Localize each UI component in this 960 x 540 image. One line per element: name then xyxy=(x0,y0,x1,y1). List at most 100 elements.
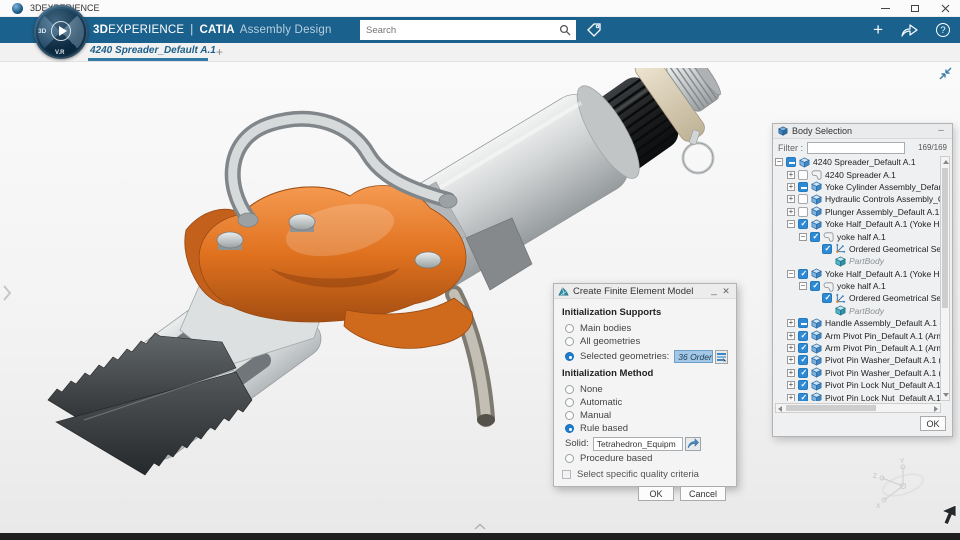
tree-row[interactable]: +Pivot Pin Lock Nut_Default A.1 (Pivot xyxy=(775,391,940,401)
tree-row[interactable]: +Handle Assembly_Default A.1 (Handl xyxy=(775,317,940,329)
tree-item-checkbox[interactable] xyxy=(798,194,808,204)
horizontal-scrollbar[interactable] xyxy=(775,403,941,413)
search-input[interactable] xyxy=(360,25,559,36)
tree-item-checkbox[interactable] xyxy=(798,170,808,180)
new-tab-button[interactable]: + xyxy=(216,45,223,59)
solid-combo[interactable]: Tetrahedron_Equipm xyxy=(593,437,683,451)
radio-manual[interactable] xyxy=(565,411,574,420)
tree-row[interactable]: Ordered Geometrical Set.2 xyxy=(775,292,940,304)
tree-row[interactable]: +Yoke Cylinder Assembly_Default A.1 ( xyxy=(775,181,940,193)
tree-row[interactable]: +Pivot Pin Washer_Default A.1 (Pivot P xyxy=(775,354,940,366)
expand-node-icon[interactable]: + xyxy=(787,381,795,389)
expand-action-bar-icon[interactable] xyxy=(473,523,487,530)
tree-row[interactable]: +Arm Pivot Pin_Default A.1 (Arm Pivot xyxy=(775,342,940,354)
filter-input[interactable] xyxy=(807,142,905,154)
tab-active-document[interactable]: 4240 Spreader_Default A.1 xyxy=(90,45,216,56)
tree-item-checkbox[interactable] xyxy=(798,331,808,341)
expand-node-icon[interactable]: + xyxy=(787,183,795,191)
tree-item-checkbox[interactable] xyxy=(822,244,832,254)
share-icon[interactable] xyxy=(901,23,918,37)
tag-icon[interactable] xyxy=(585,21,603,39)
tree-item-checkbox[interactable] xyxy=(810,232,820,242)
expand-node-icon[interactable]: + xyxy=(787,344,795,352)
tree-row[interactable]: +Pivot Pin Washer_Default A.1 (Pivot P xyxy=(775,367,940,379)
tree-row[interactable]: +Hydraulic Controls Assembly_Contro xyxy=(775,193,940,205)
3d-compass[interactable]: 3D V.R xyxy=(34,5,88,59)
close-window-button[interactable] xyxy=(930,0,960,17)
expand-node-icon[interactable]: + xyxy=(787,369,795,377)
tree-item-checkbox[interactable] xyxy=(798,318,808,328)
tree-item-checkbox[interactable] xyxy=(822,293,832,303)
maximize-window-button[interactable] xyxy=(900,0,930,17)
radio-procedure-based[interactable] xyxy=(565,454,574,463)
expand-node-icon[interactable]: + xyxy=(787,319,795,327)
compass-play-button[interactable] xyxy=(51,21,71,41)
dialog-cancel-button[interactable]: Cancel xyxy=(680,486,726,501)
tree-item-checkbox[interactable] xyxy=(810,281,820,291)
expand-node-icon[interactable]: + xyxy=(787,332,795,340)
tree-row[interactable]: PartBody xyxy=(775,305,940,317)
help-button[interactable]: ? xyxy=(936,23,950,37)
tree-item-checkbox[interactable] xyxy=(786,157,796,167)
radio-main-bodies[interactable] xyxy=(565,324,574,333)
collapse-node-icon[interactable]: − xyxy=(799,282,807,290)
tree-row[interactable]: −4240 Spreader_Default A.1 xyxy=(775,156,940,168)
tree-item-checkbox[interactable] xyxy=(798,355,808,365)
3d-viewport[interactable]: Y Z X Create Finite Element Model _ ✕ In… xyxy=(0,62,960,533)
radio-rule-based[interactable] xyxy=(565,424,574,433)
tree-row[interactable]: Ordered Geometrical Set.2 xyxy=(775,243,940,255)
add-content-button[interactable]: + xyxy=(873,23,883,37)
panel-titlebar[interactable]: Body Selection – xyxy=(773,124,952,139)
tree-row[interactable]: −yoke half A.1 xyxy=(775,230,940,242)
tree-item-checkbox[interactable] xyxy=(798,368,808,378)
tree-row[interactable]: −Yoke Half_Default A.1 (Yoke Half-4) xyxy=(775,268,940,280)
tree-row[interactable]: −Yoke Half_Default A.1 (Yoke Half-3) xyxy=(775,218,940,230)
vertical-scroll-thumb[interactable] xyxy=(942,168,948,308)
tree-row[interactable]: −yoke half A.1 xyxy=(775,280,940,292)
collapse-node-icon[interactable]: − xyxy=(799,233,807,241)
selection-list-button[interactable] xyxy=(715,350,728,364)
tree-item-checkbox[interactable] xyxy=(798,393,808,401)
dialog-close-icon[interactable]: ✕ xyxy=(720,286,732,297)
tree-item-checkbox[interactable] xyxy=(798,343,808,353)
expand-node-icon[interactable]: + xyxy=(787,208,795,216)
tree-row[interactable]: +Pivot Pin Lock Nut_Default A.1 (Pivot xyxy=(775,379,940,391)
expand-node-icon[interactable]: + xyxy=(787,394,795,401)
tree-item-checkbox[interactable] xyxy=(798,182,808,192)
tree-row[interactable]: PartBody xyxy=(775,255,940,267)
scroll-right-icon[interactable] xyxy=(934,406,938,412)
tree-item-checkbox[interactable] xyxy=(798,207,808,217)
dialog-minimize-icon[interactable]: _ xyxy=(708,286,720,296)
collapse-viewport-icon[interactable] xyxy=(938,66,953,81)
selected-geometries-field[interactable]: 36 Ordered Geom xyxy=(674,350,713,363)
scroll-down-icon[interactable] xyxy=(943,393,949,397)
minimize-window-button[interactable] xyxy=(870,0,900,17)
collapse-node-icon[interactable]: − xyxy=(787,220,795,228)
tree-item-checkbox[interactable] xyxy=(798,380,808,390)
dialog-ok-button[interactable]: OK xyxy=(638,486,674,501)
quality-criteria-checkbox[interactable] xyxy=(562,470,571,479)
solid-selector-button[interactable] xyxy=(685,437,701,451)
panel-minimize-icon[interactable]: – xyxy=(935,127,947,135)
scroll-left-icon[interactable] xyxy=(778,406,782,412)
radio-selected-geometries[interactable] xyxy=(565,352,574,361)
collapse-node-icon[interactable]: − xyxy=(775,158,783,166)
tree-item-checkbox[interactable] xyxy=(798,219,808,229)
panel-ok-button[interactable]: OK xyxy=(920,416,946,431)
tree-row[interactable]: +Plunger Assembly_Default A.1 (Plung xyxy=(775,206,940,218)
vertical-scrollbar[interactable] xyxy=(940,156,950,401)
action-bar-collapsed[interactable] xyxy=(0,533,960,540)
tree-row[interactable]: +4240 Spreader A.1 xyxy=(775,168,940,180)
search-icon[interactable] xyxy=(559,24,571,36)
expand-node-icon[interactable]: + xyxy=(787,356,795,364)
scroll-up-icon[interactable] xyxy=(943,160,949,164)
expand-left-panel-icon[interactable] xyxy=(2,284,12,302)
radio-none[interactable] xyxy=(565,385,574,394)
radio-automatic[interactable] xyxy=(565,398,574,407)
collapse-node-icon[interactable]: − xyxy=(787,270,795,278)
expand-node-icon[interactable]: + xyxy=(787,171,795,179)
expand-node-icon[interactable]: + xyxy=(787,195,795,203)
radio-all-geometries[interactable] xyxy=(565,337,574,346)
dialog-titlebar[interactable]: Create Finite Element Model _ ✕ xyxy=(554,284,736,299)
horizontal-scroll-thumb[interactable] xyxy=(786,405,876,411)
